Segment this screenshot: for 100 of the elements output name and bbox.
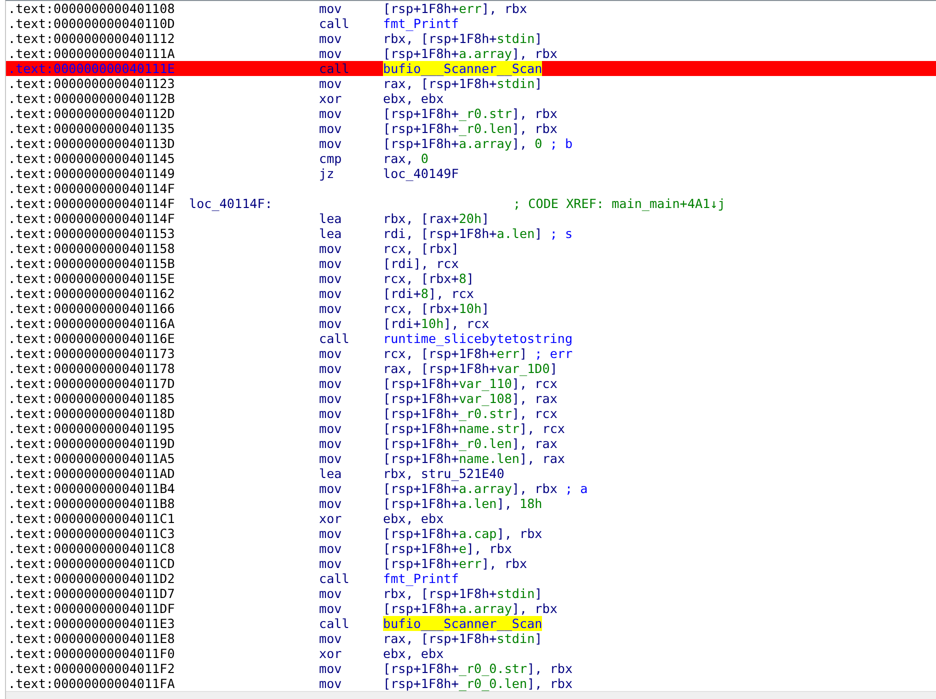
operand-text: [rsp+1F8h+_r0.len], rax [383,436,558,451]
operand-text: rcx, [rbx+8] [383,271,476,286]
mnemonic-text: cmp [319,151,343,166]
mnemonic-text: call [319,16,350,31]
address-text: .text:00000000004011F2 [8,661,176,676]
code-line[interactable]: .text:0000000000401185 mov [rsp+1F8h+var_108], rax [6,391,936,406]
operand-text: rcx, [rbx+10h] [383,301,490,316]
code-line[interactable]: .text:00000000004011C3 mov [rsp+1F8h+a.cap], rbx [6,526,936,541]
mnemonic-text: mov [319,526,343,541]
operand-text: [rsp+1F8h+a.array], 0 ; b [383,136,574,151]
address-text: .text:000000000040116A [8,316,176,331]
code-line[interactable]: .text:000000000040115B mov [rdi], rcx [6,256,936,271]
operand-text: rbx, stru_521E40 [383,466,506,481]
operand-text: rbx, [rsp+1F8h+stdin] [383,586,544,601]
code-line[interactable]: .text:0000000000401123 mov rax, [rsp+1F8h+stdin] [6,76,936,91]
operand-text: [rsp+1F8h+a.array], rbx [383,46,558,61]
code-line[interactable]: .text:0000000000401145 cmp rax, 0 [6,151,936,166]
address-text: .text:0000000000401108 [8,1,176,16]
code-line[interactable]: .text:0000000000401108 mov [rsp+1F8h+err], rbx [6,1,936,16]
address-text: .text:0000000000401162 [8,286,176,301]
address-text: .text:0000000000401195 [8,421,176,436]
mnemonic-text: xor [319,511,343,526]
code-line[interactable]: .text:0000000000401173 mov rcx, [rsp+1F8h+err] ; err [6,346,936,361]
code-line[interactable]: .text:00000000004011AD lea rbx, stru_521E40 [6,466,936,481]
code-line[interactable]: .text:000000000040111A mov [rsp+1F8h+a.array], rbx [6,46,936,61]
mnemonic-text: mov [319,406,343,421]
mnemonic-text: lea [319,226,343,241]
operand-text: [rsp+1F8h+a.len], 18h [383,496,544,511]
operand-text: [rsp+1F8h+a.array], rbx ; a [383,481,589,496]
code-line[interactable]: .text:00000000004011B4 mov [rsp+1F8h+a.array], rbx ; a [6,481,936,496]
operand-text: [rsp+1F8h+_r0.str], rcx [383,406,558,421]
code-line[interactable]: .text:00000000004011E3 call bufio___Scanner__Scan [6,616,936,631]
code-line[interactable]: .text:0000000000401195 mov [rsp+1F8h+name.str], rcx [6,421,936,436]
code-line[interactable]: .text:00000000004011B8 mov [rsp+1F8h+a.len], 18h [6,496,936,511]
code-line[interactable]: .text:0000000000401149 jz loc_40149F [6,166,936,181]
code-line[interactable]: .text:000000000040116A mov [rdi+10h], rcx [6,316,936,331]
code-line[interactable]: .text:0000000000401153 lea rdi, [rsp+1F8h+a.len] ; s [6,226,936,241]
code-line[interactable]: .text:000000000040114F [6,181,936,196]
code-line[interactable]: .text:000000000040114F loc_40114F: ; CODE XREF: main_main+4A1↓j [6,196,936,211]
operand-text: ebx, ebx [383,511,445,526]
code-line[interactable]: .text:0000000000401166 mov rcx, [rbx+10h] [6,301,936,316]
xref-comment: ; CODE XREF: main_main+4A1↓j [513,196,726,211]
code-line[interactable]: .text:00000000004011DF mov [rsp+1F8h+a.array], rbx [6,601,936,616]
mnemonic-text: mov [319,376,343,391]
address-text: .text:00000000004011C3 [8,526,176,541]
address-text: .text:000000000040116E [8,331,176,346]
code-line[interactable]: .text:000000000040114F lea rbx, [rax+20h] [6,211,936,226]
code-line[interactable]: .text:00000000004011CD mov [rsp+1F8h+err], rbx [6,556,936,571]
operand-text: [rsp+1F8h+_r0_0.str], rbx [383,661,574,676]
operand-text: [rdi+8], rcx [383,286,476,301]
address-text: .text:000000000040113D [8,136,176,151]
operand-text: ebx, ebx [383,91,445,106]
code-line[interactable]: .text:00000000004011D2 call fmt_Printf [6,571,936,586]
mnemonic-text: call [319,331,350,346]
address-text: .text:000000000040111E [8,61,176,76]
address-text: .text:00000000004011B8 [8,496,176,511]
code-line[interactable]: .text:00000000004011C8 mov [rsp+1F8h+e], rbx [6,541,936,556]
mnemonic-text: mov [319,586,343,601]
code-line[interactable]: .text:000000000040112D mov [rsp+1F8h+_r0.str], rbx [6,106,936,121]
code-line[interactable]: .text:0000000000401162 mov [rdi+8], rcx [6,286,936,301]
operand-text: rbx, [rax+20h] [383,211,490,226]
code-line[interactable]: .text:0000000000401158 mov rcx, [rbx] [6,241,936,256]
code-line[interactable]: .text:000000000040116E call runtime_slicebytetostring [6,331,936,346]
address-text: .text:00000000004011CD [8,556,176,571]
operand-text: [rsp+1F8h+err], rbx [383,556,528,571]
code-line[interactable]: .text:000000000040117D mov [rsp+1F8h+var_110], rcx [6,376,936,391]
code-line[interactable]: .text:000000000040112B xor ebx, ebx [6,91,936,106]
address-text: .text:00000000004011AD [8,466,176,481]
operand-text: bufio___Scanner__Scan [383,61,544,76]
operand-text: [rsp+1F8h+var_108], rax [383,391,558,406]
code-line[interactable]: .text:000000000040118D mov [rsp+1F8h+_r0.str], rcx [6,406,936,421]
code-line[interactable]: .text:000000000040110D call fmt_Printf [6,16,936,31]
code-line[interactable]: .text:00000000004011C1 xor ebx, ebx [6,511,936,526]
code-line[interactable]: .text:0000000000401178 mov rax, [rsp+1F8h+var_1D0] [6,361,936,376]
mnemonic-text: call [319,61,350,76]
code-line[interactable]: .text:000000000040113D mov [rsp+1F8h+a.array], 0 ; b [6,136,936,151]
operand-text: rax, [rsp+1F8h+stdin] [383,76,544,91]
address-text: .text:00000000004011E3 [8,616,176,631]
address-text: .text:00000000004011D7 [8,586,176,601]
code-line[interactable]: .text:00000000004011FA mov [rsp+1F8h+_r0_0.len], rbx [6,676,936,691]
mnemonic-text: mov [319,631,343,646]
address-text: .text:0000000000401145 [8,151,176,166]
operand-text: runtime_slicebytetostring [383,331,574,346]
operand-text: rax, 0 [383,151,430,166]
mnemonic-text: mov [319,451,343,466]
code-line[interactable]: .text:00000000004011E8 mov rax, [rsp+1F8h+stdin] [6,631,936,646]
code-line[interactable]: .text:00000000004011A5 mov [rsp+1F8h+name.len], rax [6,451,936,466]
horizontal-scrollbar[interactable] [6,691,936,699]
code-line[interactable]: .text:00000000004011F0 xor ebx, ebx [6,646,936,661]
mnemonic-text: mov [319,421,343,436]
code-line[interactable]: .text:0000000000401135 mov [rsp+1F8h+_r0.len], rbx [6,121,936,136]
code-line[interactable]: .text:000000000040119D mov [rsp+1F8h+_r0.len], rax [6,436,936,451]
address-text: .text:000000000040115E [8,271,176,286]
code-line[interactable]: .text:0000000000401112 mov rbx, [rsp+1F8h+stdin] [6,31,936,46]
code-line[interactable]: .text:000000000040115E mov rcx, [rbx+8] [6,271,936,286]
address-text: .text:000000000040112B [8,91,176,106]
code-line[interactable]: .text:00000000004011D7 mov rbx, [rsp+1F8h+stdin] [6,586,936,601]
address-text: .text:0000000000401173 [8,346,176,361]
code-line[interactable]: .text:00000000004011F2 mov [rsp+1F8h+_r0_0.str], rbx [6,661,936,676]
mnemonic-text: mov [319,301,343,316]
